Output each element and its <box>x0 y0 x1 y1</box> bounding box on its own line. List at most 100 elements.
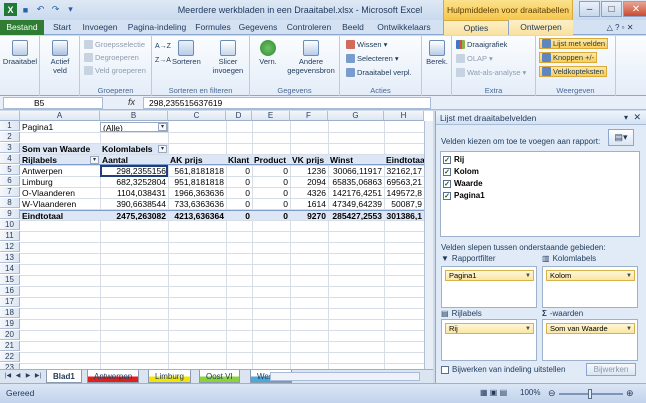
tab-opties[interactable]: Opties <box>443 20 509 35</box>
last-sheet-icon[interactable]: ▶| <box>34 372 42 381</box>
pill-kolom[interactable]: Kolom ▼ <box>546 270 635 281</box>
col-header-d[interactable]: D <box>226 111 252 121</box>
zoom-in-icon[interactable]: ⊕ <box>626 388 634 399</box>
col-header-e[interactable]: E <box>252 111 290 121</box>
pivot-data-cell[interactable]: 0 <box>226 166 252 176</box>
area-waarden[interactable]: Som van Waarde ▼ <box>542 319 638 361</box>
col-header-a[interactable]: A <box>20 111 100 121</box>
pivot-data-cell[interactable]: 390,6638544 <box>100 199 168 209</box>
excel-icon[interactable]: X <box>4 3 17 16</box>
pill-rij[interactable]: Rij ▼ <box>445 323 534 334</box>
col-header-g[interactable]: G <box>328 111 384 121</box>
row-header[interactable]: 8 <box>0 198 20 208</box>
pivot-data-cell[interactable]: 1966,363636 <box>168 188 226 198</box>
selecteren-button[interactable]: Selecteren ▾ <box>346 53 399 64</box>
pivot-total-cell[interactable]: 301386,1 <box>384 210 424 220</box>
row-header[interactable]: 13 <box>0 253 20 263</box>
row-header[interactable]: 18 <box>0 308 20 318</box>
tab-bestand[interactable]: Bestand <box>0 20 44 35</box>
checkbox-rij[interactable]: ✓ <box>443 155 451 164</box>
name-box[interactable]: B5 <box>3 97 103 109</box>
area-kolomlabels[interactable]: Kolom ▼ <box>542 266 638 308</box>
col-header-f[interactable]: F <box>290 111 328 121</box>
pivot-header-cell[interactable]: Eindtotaal <box>384 155 424 165</box>
pane-options-icon[interactable]: ▾ <box>624 113 628 122</box>
tab-invoegen[interactable]: Invoegen <box>79 20 121 35</box>
groepsselectie-button[interactable]: Groepsselectie <box>84 39 145 50</box>
pivot-data-cell[interactable]: 733,6363636 <box>168 199 226 209</box>
help-icon[interactable]: △ ? ▫ ✕ <box>600 20 640 35</box>
pivot-data-cell[interactable]: 0 <box>226 188 252 198</box>
checkbox-pagina1[interactable]: ✓ <box>443 191 451 200</box>
col-header-h[interactable]: H <box>384 111 424 121</box>
pivot-data-cell[interactable]: 69563,21 <box>384 177 424 187</box>
row-header[interactable]: 16 <box>0 286 20 296</box>
sort-za-button[interactable]: Z→A <box>155 55 171 66</box>
sheet-tab[interactable]: Limburg <box>148 370 191 383</box>
draaigrafiek-button[interactable]: Draaigrafiek <box>456 39 507 50</box>
knoppen-toggle[interactable]: Knoppen +/- <box>539 52 598 63</box>
olap-button[interactable]: OLAP ▾ <box>456 53 493 64</box>
veldkopteksten-toggle[interactable]: Veldkopteksten <box>539 66 607 77</box>
select-all-corner[interactable] <box>0 111 20 121</box>
row-header[interactable]: 6 <box>0 176 20 186</box>
sheet-tab[interactable]: Antwerpen <box>87 370 140 383</box>
sort-az-button[interactable]: A→Z <box>155 41 171 52</box>
filter-dropdown-icon[interactable]: ▾ <box>158 123 167 131</box>
row-header[interactable]: 14 <box>0 264 20 274</box>
row-header[interactable]: 4 <box>0 154 20 164</box>
tab-start[interactable]: Start <box>47 20 77 35</box>
pivot-header-cell[interactable]: Product <box>252 155 290 165</box>
undo-icon[interactable]: ↶ <box>34 3 47 16</box>
pivot-header-cell[interactable]: Winst <box>328 155 384 165</box>
row-header[interactable]: 11 <box>0 231 20 241</box>
prev-sheet-icon[interactable]: ◀ <box>14 372 22 381</box>
pivot-data-cell[interactable]: 1614 <box>290 199 328 209</box>
row-header[interactable]: 19 <box>0 319 20 329</box>
row-header[interactable]: 3 <box>0 143 20 153</box>
pivot-data-cell[interactable]: 32162,17 <box>384 166 424 176</box>
next-sheet-icon[interactable]: ▶ <box>24 372 32 381</box>
pivot-data-cell[interactable]: 298,2355156 <box>100 166 168 176</box>
draaitabel-verplaatsen-button[interactable]: Draaitabel verpl. <box>346 67 412 78</box>
berekeningen-button[interactable]: Berek. <box>423 40 451 66</box>
pivot-data-cell[interactable]: 0 <box>252 188 290 198</box>
horizontal-scrollbar[interactable] <box>270 372 420 381</box>
pivot-header-cell[interactable]: Aantal <box>100 155 168 165</box>
pivot-data-cell[interactable]: 1104,038431 <box>100 188 168 198</box>
pivot-total-cell[interactable]: 285427,2553 <box>328 210 384 220</box>
pivot-data-cell[interactable]: 4326 <box>290 188 328 198</box>
maximize-icon[interactable]: □ <box>601 1 622 17</box>
sheet-tab[interactable]: Blad1 <box>46 370 82 383</box>
draaitabel-button[interactable]: Draaitabel <box>2 40 38 66</box>
pivot-header-cell[interactable]: Klant <box>226 155 252 165</box>
pivot-data-cell[interactable]: 149572,8 <box>384 188 424 198</box>
zoom-slider-thumb[interactable] <box>588 389 592 399</box>
layout-chooser-button[interactable]: ▤▾ <box>608 129 634 146</box>
tab-ontwerpen[interactable]: Ontwerpen <box>509 20 573 35</box>
col-header-b[interactable]: B <box>100 111 168 121</box>
pivot-data-cell[interactable]: 50087,9 <box>384 199 424 209</box>
cell-a1[interactable]: Pagina1 <box>20 122 100 132</box>
row-header[interactable]: 17 <box>0 297 20 307</box>
pivot-data-cell[interactable]: 0 <box>252 177 290 187</box>
zoom-level[interactable]: 100% <box>520 388 540 397</box>
pill-som-van-waarde[interactable]: Som van Waarde ▼ <box>546 323 635 334</box>
tab-gegevens[interactable]: Gegevens <box>236 20 280 35</box>
cell-a3[interactable]: Som van Waarde <box>20 144 100 154</box>
field-pagina1[interactable]: ✓ Pagina1 <box>443 191 485 200</box>
vertical-scrollbar[interactable] <box>424 121 433 369</box>
tab-ontwikkelaars[interactable]: Ontwikkelaars <box>371 20 437 35</box>
pivot-data-cell[interactable]: 682,3252804 <box>100 177 168 187</box>
pivot-data-cell[interactable]: Limburg <box>20 177 100 187</box>
formula-input[interactable]: 298,235515637619 <box>143 97 431 109</box>
sorteren-button[interactable]: Sorteren <box>172 40 201 66</box>
wat-als-analyse-button[interactable]: Wat-als-analyse ▾ <box>456 67 526 78</box>
pivot-data-cell[interactable]: 142176,4251 <box>328 188 384 198</box>
pivot-total-cell[interactable]: 2475,263082 <box>100 210 168 220</box>
close-icon[interactable]: ✕ <box>623 1 646 17</box>
pivot-total-cell[interactable]: 0 <box>252 210 290 220</box>
checkbox-waarde[interactable]: ✓ <box>443 179 451 188</box>
first-sheet-icon[interactable]: |◀ <box>4 372 12 381</box>
tab-beeld[interactable]: Beeld <box>338 20 368 35</box>
